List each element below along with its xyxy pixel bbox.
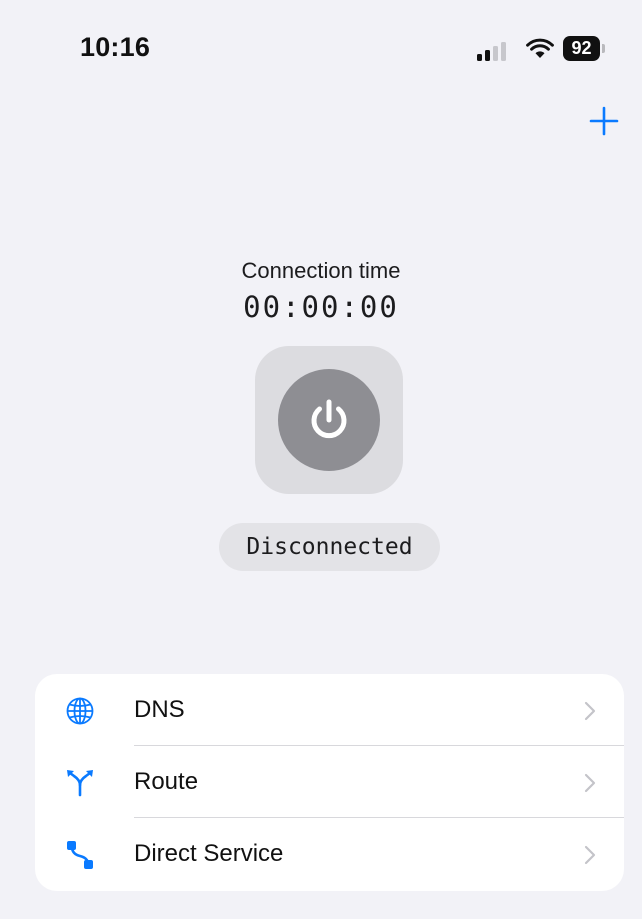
menu-item-label: Route [134,768,199,795]
plus-icon [589,106,619,136]
power-circle [278,369,380,471]
power-icon [311,399,347,439]
chevron-right-icon [584,701,596,721]
battery-indicator: 92 [563,36,600,61]
connection-status-badge: Disconnected [219,523,440,571]
menu-item-label: Direct Service [134,840,284,867]
power-button[interactable] [255,346,403,494]
menu-item-direct-service[interactable]: Direct Service [35,818,624,890]
route-fork-icon [67,770,93,797]
status-bar: 10:16 92 [0,0,642,90]
menu-item-label: DNS [134,696,185,723]
connection-time-label: Connection time [241,258,401,283]
wifi-icon [526,38,554,58]
menu-item-route[interactable]: Route [35,746,624,818]
chevron-right-icon [584,773,596,793]
status-time: 10:16 [80,32,151,62]
direct-path-icon [67,841,93,869]
menu-item-dns[interactable]: DNS [35,674,624,746]
chevron-right-icon [584,845,596,865]
connection-timer: 00:00:00 [243,290,399,324]
settings-menu: DNS Route Direct Service [35,674,624,891]
add-button[interactable] [586,103,622,139]
globe-icon [66,697,94,725]
battery-cap [602,44,605,53]
cellular-signal-icon [477,39,511,61]
